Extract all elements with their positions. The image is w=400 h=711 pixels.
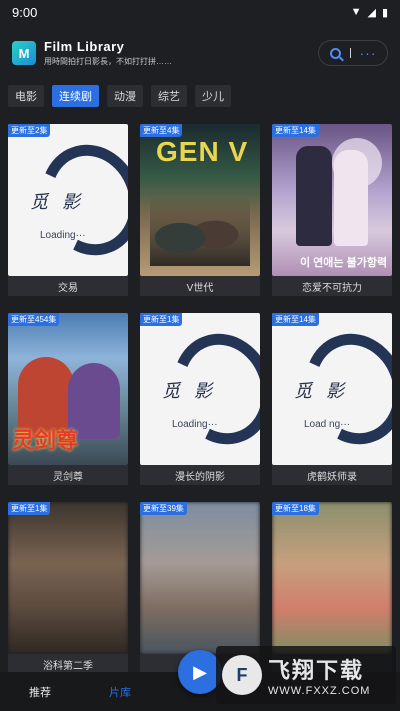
- nav-recommend[interactable]: 推荐: [0, 684, 80, 700]
- watermark-text: 飞翔下载 WWW.FXXZ.COM: [268, 653, 370, 697]
- poster-image: 更新至1集: [8, 502, 128, 654]
- update-badge: 更新至1集: [140, 313, 183, 326]
- card-title: V世代: [140, 276, 260, 296]
- play-icon: ▶: [193, 661, 207, 682]
- header-actions: ···: [318, 40, 388, 66]
- divider: [349, 48, 351, 58]
- card-title: 交易: [8, 276, 128, 296]
- app-title: Film Library: [44, 39, 125, 54]
- update-badge: 更新至14集: [272, 124, 319, 137]
- tab-variety[interactable]: 综艺: [151, 85, 187, 107]
- poster-blurred: [8, 502, 128, 654]
- update-badge: 更新至18集: [272, 502, 319, 515]
- category-tabs: 电影 连续剧 动漫 综艺 少儿: [8, 85, 231, 107]
- card-title: 恋爱不可抗力: [272, 276, 392, 296]
- wifi-icon: ▼: [350, 6, 362, 18]
- loading-text: Loading···: [172, 419, 218, 430]
- tab-kids[interactable]: 少儿: [195, 85, 231, 107]
- poster-placeholder: 更新至2集 觅影 Loading···: [8, 124, 128, 276]
- status-icons: ▼ ◢ ▮: [351, 6, 388, 19]
- more-icon[interactable]: ···: [360, 46, 377, 60]
- search-icon[interactable]: [329, 47, 341, 59]
- video-card[interactable]: 更新至14集 이 연애는 불가항력 恋爱不可抗力: [272, 124, 392, 296]
- video-card[interactable]: 更新至14集 觅影 Load ng··· 虎鹤妖师录: [272, 313, 392, 485]
- poster-blurred: [272, 502, 392, 654]
- video-card[interactable]: 更新至2集 觅影 Loading··· 交易: [8, 124, 128, 296]
- app-logo: M: [12, 41, 36, 65]
- poster-figure: [296, 146, 332, 246]
- card-title: 漫长的阴影: [140, 465, 260, 485]
- site-watermark: F 飞翔下载 WWW.FXXZ.COM: [216, 646, 396, 704]
- watermark-title: 飞翔下载: [268, 658, 365, 683]
- video-card[interactable]: 更新至4集 GEN V V世代: [140, 124, 260, 296]
- placeholder-logo-text: 觅影: [294, 381, 358, 402]
- app-subtitle: 用時間拍打日影長，不如打打拼……: [44, 57, 172, 66]
- watermark-url: WWW.FXXZ.COM: [268, 685, 371, 697]
- status-time: 9:00: [12, 4, 38, 20]
- card-title: 灵剑尊: [8, 465, 128, 485]
- watermark-logo: F: [222, 655, 262, 695]
- card-title: 浴科第二季: [8, 654, 128, 674]
- placeholder-logo-text: 觅影: [162, 381, 226, 402]
- placeholder-logo-text: 觅影: [30, 192, 94, 213]
- video-card[interactable]: 更新至1集 觅影 Loading··· 漫长的阴影: [140, 313, 260, 485]
- app-header: M Film Library 用時間拍打日影長，不如打打拼…… ···: [0, 36, 400, 70]
- update-badge: 更新至454集: [8, 313, 60, 326]
- update-badge: 更新至14集: [272, 313, 319, 326]
- poster-title: 灵剑尊: [12, 428, 79, 454]
- poster-title: GEN V: [156, 136, 249, 167]
- status-bar: 9:00 ▼ ◢ ▮: [0, 0, 400, 24]
- update-badge: 更新至4集: [140, 124, 183, 137]
- poster-blurred: [140, 502, 260, 654]
- poster-placeholder: 更新至1集 觅影 Loading···: [140, 313, 260, 465]
- battery-icon: ▮: [381, 6, 388, 19]
- poster-image: 更新至454集 灵剑尊: [8, 313, 128, 465]
- video-card[interactable]: 更新至1集 浴科第二季: [8, 502, 128, 674]
- tab-series[interactable]: 连续剧: [52, 85, 99, 107]
- video-card[interactable]: 更新至454集 灵剑尊 灵剑尊: [8, 313, 128, 485]
- poster-title: 이 연애는 불가항력: [300, 257, 388, 269]
- tab-movies[interactable]: 电影: [8, 85, 44, 107]
- card-title: 虎鹤妖师录: [272, 465, 392, 485]
- content-grid: 更新至2集 觅影 Loading··· 交易 更新至4集 GEN V V世代 更…: [8, 124, 392, 674]
- signal-icon: ◢: [367, 6, 376, 19]
- poster-image: 更新至4集 GEN V: [140, 124, 260, 276]
- poster-figure: [334, 150, 368, 246]
- poster-image: 更新至39集: [140, 502, 260, 654]
- poster-image: 更新至14集 이 연애는 불가항력: [272, 124, 392, 276]
- nav-library[interactable]: 片库: [80, 684, 160, 700]
- loading-text: Loading···: [40, 230, 86, 241]
- poster-figures: [150, 196, 250, 266]
- poster-image: 更新至18集: [272, 502, 392, 654]
- tab-anime[interactable]: 动漫: [107, 85, 143, 107]
- poster-placeholder: 更新至14集 觅影 Load ng···: [272, 313, 392, 465]
- update-badge: 更新至2集: [8, 124, 51, 137]
- update-badge: 更新至39集: [140, 502, 187, 515]
- loading-text: Load ng···: [304, 419, 351, 430]
- brand: Film Library 用時間拍打日影長，不如打打拼……: [44, 39, 172, 67]
- update-badge: 更新至1集: [8, 502, 51, 515]
